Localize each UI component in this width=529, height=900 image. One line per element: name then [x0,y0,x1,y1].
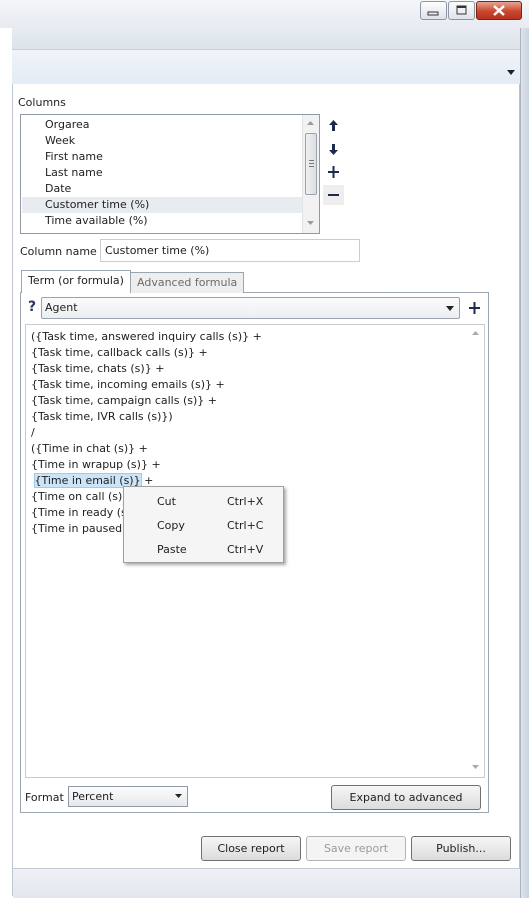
chevron-down-icon [175,794,182,798]
arrow-up-icon [329,120,338,131]
menu-item-copy[interactable]: Copy Ctrl+C [127,514,280,537]
menu-item-label: Copy [157,519,185,532]
format-value: Percent [72,790,114,803]
format-label: Format [25,791,64,804]
plus-icon [469,302,480,314]
menu-item-label: Paste [157,543,187,556]
columns-label: Columns [18,96,66,109]
term-combo-value: Agent [45,301,78,314]
tab-advanced-formula[interactable]: Advanced formula [130,272,245,293]
expand-to-advanced-button[interactable]: Expand to advanced [331,785,481,810]
menu-item-paste[interactable]: Paste Ctrl+V [127,538,280,561]
scroll-up-icon[interactable] [472,331,479,335]
formula-line: {Task time, campaign calls (s)} + [31,394,217,407]
dropdown-arrow-icon[interactable] [507,70,515,75]
term-combo[interactable]: Agent [41,297,460,319]
status-bar [13,868,520,898]
list-item[interactable]: Date [22,181,302,197]
context-menu: Cut Ctrl+X Copy Ctrl+C Paste Ctrl+V [123,486,284,563]
tab-term[interactable]: Term (or formula) [21,270,131,293]
minimize-button[interactable] [420,1,447,20]
save-report-button[interactable]: Save report [306,836,406,861]
chevron-down-icon [446,306,454,311]
formula-line: {Task time, IVR calls (s)}) [31,410,173,423]
publish-button[interactable]: Publish... [411,836,511,861]
formula-line: / [31,426,35,439]
panel-edge [12,84,13,896]
close-icon [493,5,505,16]
formula-line: {Task time, callback calls (s)} + [31,346,208,359]
close-report-button[interactable]: Close report [201,836,301,861]
close-window-button[interactable] [476,1,522,20]
list-item[interactable]: Last name [22,165,302,181]
minus-icon [328,194,339,196]
columns-scrollbar[interactable] [302,115,319,233]
column-name-label: Column name [20,245,97,258]
ribbon-band [12,50,529,84]
menu-item-label: Cut [157,495,176,508]
menu-item-shortcut: Ctrl+C [227,519,264,532]
formula-line: {Task time, chats (s)} + [31,362,165,375]
menu-item-shortcut: Ctrl+X [227,495,264,508]
move-down-button[interactable] [323,139,344,159]
formula-line: {Time in wrapup (s)} + [31,458,161,471]
formula-line: {Time on call (s)} [31,490,130,503]
insert-term-button[interactable] [464,297,485,319]
columns-list[interactable]: Orgarea Week First name Last name Date C… [20,114,320,234]
formula-line: ({Task time, answered inquiry calls (s)}… [31,330,262,343]
toolbar-band [12,28,529,50]
move-up-button[interactable] [323,116,344,136]
formula-line: {Task time, incoming emails (s)} + [31,378,225,391]
list-item[interactable]: Week [22,133,302,149]
menu-item-shortcut: Ctrl+V [227,543,264,556]
minimize-icon [427,11,439,16]
maximize-button[interactable] [448,1,475,20]
formula-line: {Time in ready (s) [31,506,132,519]
formula-line: {Time in paused ( [31,522,130,535]
format-select[interactable]: Percent [68,786,188,807]
list-item[interactable]: Orgarea [22,117,302,133]
scroll-thumb[interactable] [305,133,317,195]
formula-line: ({Time in chat (s)} + [31,442,148,455]
list-item[interactable]: First name [22,149,302,165]
scroll-up-icon[interactable] [307,121,314,125]
scroll-down-icon[interactable] [307,221,314,225]
list-item[interactable]: Time available (%) [22,213,302,229]
remove-column-button[interactable] [323,185,344,205]
grip-icon [309,160,314,167]
scroll-down-icon[interactable] [472,765,479,769]
maximize-icon [456,5,467,15]
column-name-input[interactable]: Customer time (%) [100,239,360,262]
window-border [520,28,529,898]
plus-icon [328,166,339,178]
help-icon[interactable]: ? [28,299,36,315]
arrow-down-icon [329,144,338,155]
list-item-selected[interactable]: Customer time (%) [22,197,302,213]
menu-item-cut[interactable]: Cut Ctrl+X [127,490,280,513]
add-column-button[interactable] [323,162,344,182]
